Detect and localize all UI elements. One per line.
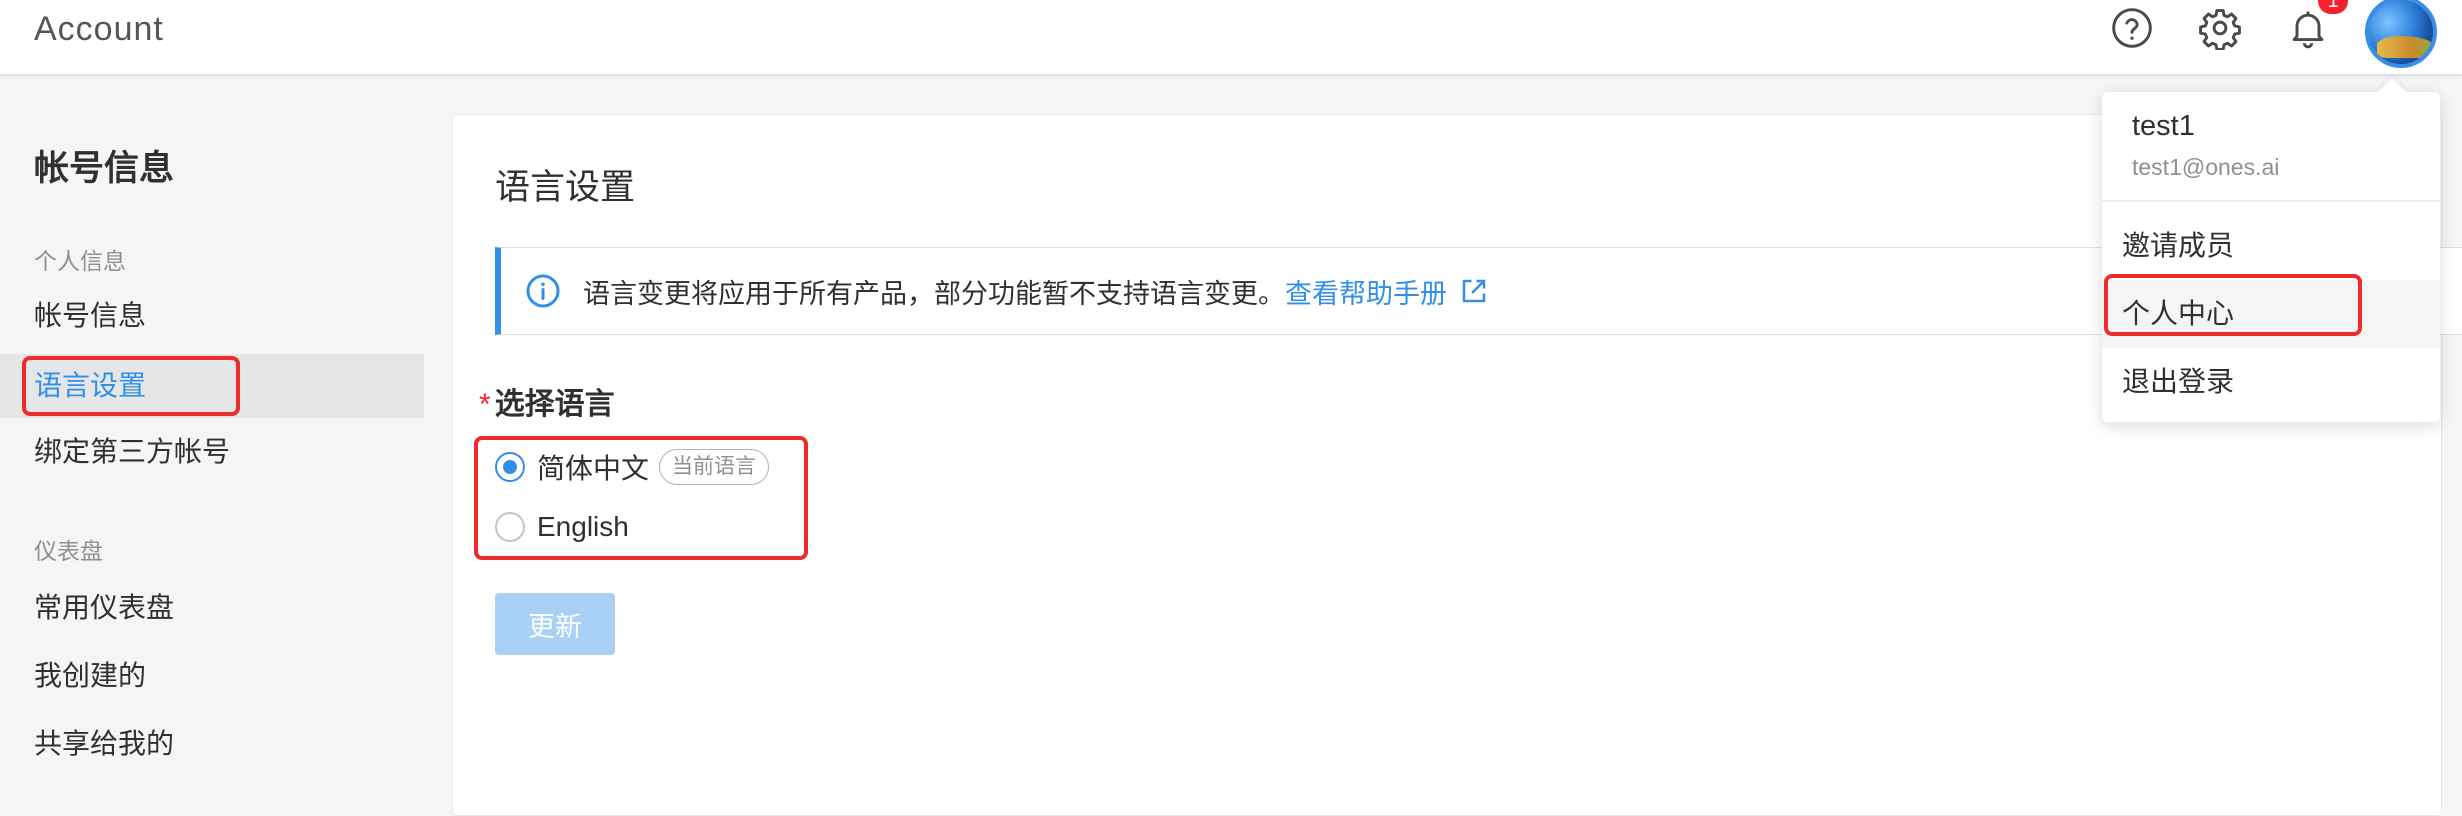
page-title: 语言设置 [495, 168, 636, 207]
top-bar: Account 1 [0, 0, 2462, 74]
radio-english[interactable] [495, 512, 525, 542]
sidebar-title: 帐号信息 [34, 149, 175, 188]
language-option-label: 简体中文 [537, 453, 650, 484]
language-field-label: * 选择语言 [479, 379, 615, 423]
sidebar-item-account-info[interactable]: 帐号信息 [0, 284, 424, 348]
language-option-label: English [537, 511, 629, 542]
language-option-english[interactable]: English [495, 505, 629, 549]
sidebar-item-created-by-me[interactable]: 我创建的 [0, 644, 424, 708]
user-email: test1@ones.ai [2132, 154, 2280, 180]
sidebar-group-dashboard: 仪表盘 [34, 538, 103, 564]
language-option-zh-cn[interactable]: 简体中文 当前语言 [495, 445, 770, 489]
menu-divider [2102, 200, 2440, 202]
help-manual-link[interactable]: 查看帮助手册 [1285, 272, 1511, 311]
menu-item-personal-center[interactable]: 个人中心 [2102, 280, 2440, 348]
radio-zh-cn[interactable] [495, 452, 525, 482]
help-manual-link-text: 查看帮助手册 [1285, 278, 1447, 309]
user-menu-dropdown: test1 test1@ones.ai 邀请成员 个人中心 退出登录 [2102, 92, 2440, 422]
gear-icon[interactable] [2196, 4, 2244, 52]
user-avatar[interactable] [2365, 0, 2437, 68]
info-circle-icon [526, 274, 560, 308]
external-link-icon [1462, 279, 1486, 303]
sidebar: 帐号信息 个人信息 帐号信息 语言设置 绑定第三方帐号 仪表盘 常用仪表盘 我创… [0, 74, 424, 816]
sidebar-item-language-settings[interactable]: 语言设置 [0, 354, 424, 418]
app-title: Account [34, 10, 164, 48]
menu-item-invite-members[interactable]: 邀请成员 [2102, 212, 2440, 280]
info-text: 语言变更将应用于所有产品，部分功能暂不支持语言变更。 [583, 278, 1285, 309]
user-name: test1 [2132, 110, 2195, 142]
help-circle-icon[interactable] [2108, 4, 2156, 52]
sidebar-item-third-party-accounts[interactable]: 绑定第三方帐号 [0, 420, 424, 484]
language-field-label-text: 选择语言 [494, 388, 615, 421]
menu-item-logout[interactable]: 退出登录 [2102, 348, 2440, 416]
required-mark: * [479, 388, 491, 421]
sidebar-item-shared-with-me[interactable]: 共享给我的 [0, 712, 424, 776]
update-button[interactable]: 更新 [495, 593, 615, 655]
current-language-tag: 当前语言 [659, 449, 770, 485]
sidebar-item-favorite-dashboards[interactable]: 常用仪表盘 [0, 576, 424, 640]
sidebar-group-personal: 个人信息 [34, 248, 126, 274]
